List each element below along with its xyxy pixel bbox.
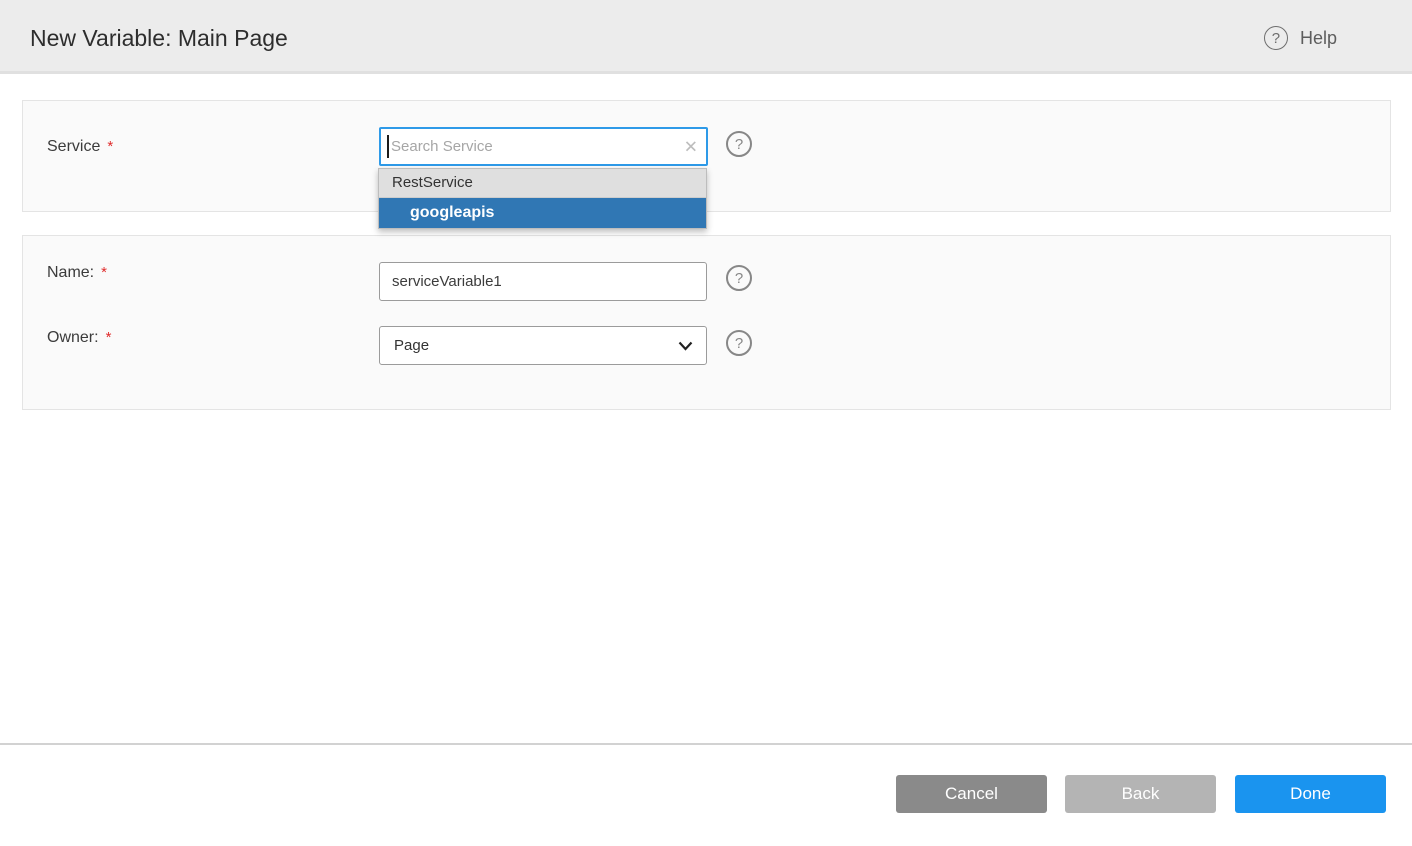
required-asterisk: * bbox=[106, 329, 112, 346]
chevron-down-icon bbox=[678, 341, 693, 351]
owner-select-value: Page bbox=[394, 337, 429, 354]
required-asterisk: * bbox=[101, 264, 107, 281]
service-search-wrap: ✕ bbox=[379, 127, 708, 166]
dialog-header: New Variable: Main Page ? Help bbox=[0, 0, 1412, 74]
name-label: Name:* bbox=[47, 264, 107, 282]
name-field-help-icon[interactable]: ? bbox=[726, 265, 752, 291]
footer-divider bbox=[0, 743, 1412, 745]
dropdown-item-selected[interactable]: googleapis bbox=[379, 198, 706, 228]
details-section: Name:* ? Owner:* Page ? bbox=[22, 235, 1391, 410]
service-search-input[interactable] bbox=[379, 127, 708, 166]
required-asterisk: * bbox=[107, 138, 113, 155]
service-field-help-icon[interactable]: ? bbox=[726, 131, 752, 157]
page-title: New Variable: Main Page bbox=[30, 25, 288, 52]
cancel-button[interactable]: Cancel bbox=[896, 775, 1047, 813]
clear-icon[interactable]: ✕ bbox=[684, 138, 698, 155]
done-button[interactable]: Done bbox=[1235, 775, 1386, 813]
owner-field-help-icon[interactable]: ? bbox=[726, 330, 752, 356]
help-label: Help bbox=[1300, 28, 1337, 49]
dropdown-group-header: RestService bbox=[379, 169, 706, 198]
help-icon: ? bbox=[1264, 26, 1288, 50]
owner-label: Owner:* bbox=[47, 329, 111, 347]
owner-select[interactable]: Page bbox=[379, 326, 707, 365]
name-input[interactable] bbox=[379, 262, 707, 301]
service-label: Service* bbox=[47, 138, 113, 156]
back-button[interactable]: Back bbox=[1065, 775, 1216, 813]
text-caret bbox=[387, 135, 389, 158]
service-dropdown: RestService googleapis bbox=[378, 168, 707, 229]
help-button[interactable]: ? Help bbox=[1264, 26, 1337, 50]
